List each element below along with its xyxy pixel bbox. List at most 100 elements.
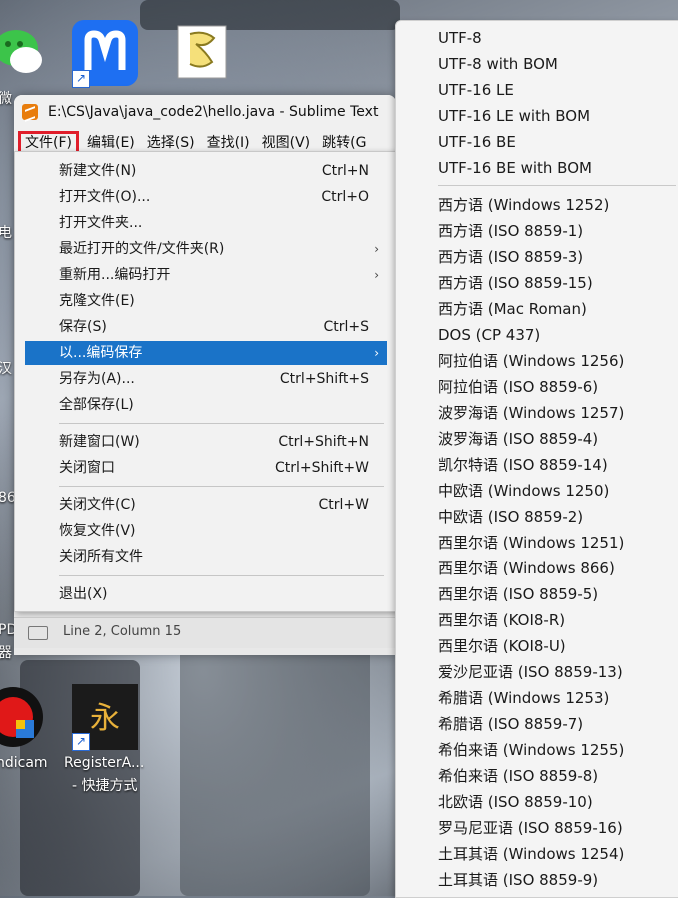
encoding-option[interactable]: 中欧语 (Windows 1250) [438,478,609,504]
menu-item-label: 打开文件(O)... [59,189,151,205]
encoding-utf16be[interactable]: UTF-16 BE [438,129,516,155]
encoding-option[interactable]: 西里尔语 (Windows 1251) [438,530,624,556]
menu-item-save[interactable]: 保存(S) Ctrl+S [25,315,387,339]
encoding-option[interactable]: 希腊语 (ISO 8859-7) [438,711,583,737]
file-menu-dropdown: 新建文件(N) Ctrl+N 打开文件(O)... Ctrl+O 打开文件夹... … [14,151,398,612]
encoding-option[interactable]: 阿拉伯语 (ISO 8859-6) [438,374,598,400]
desktop-label-register: RegisterA... [64,755,145,771]
desktop-label-edge-1: 电 [0,225,12,241]
menu-divider [438,185,676,186]
chevron-right-icon: › [374,268,379,282]
svg-text:永: 永 [90,701,120,736]
window-title: E:\CS\Java\java_code2\hello.java - Subli… [48,104,379,120]
chevron-right-icon: › [374,346,379,360]
desktop-label-register-sub: - 快捷方式 [72,778,138,794]
title-bar[interactable]: E:\CS\Java\java_code2\hello.java - Subli… [14,95,396,129]
encoding-option[interactable]: 波罗海语 (ISO 8859-4) [438,426,598,452]
menu-divider [59,575,384,576]
encoding-option[interactable]: 西方语 (Windows 1252) [438,192,609,218]
menu-item-label: 保存(S) [59,319,107,335]
shortcut-label: Ctrl+N [321,163,369,179]
encoding-option[interactable]: 希伯来语 (ISO 8859-8) [438,763,598,789]
menu-item-label: 新建文件(N) [59,163,137,179]
menu-item-open-file[interactable]: 打开文件(O)... Ctrl+O [25,185,387,209]
menu-item-label: 最近打开的文件/文件夹(R) [59,241,225,257]
menu-divider [59,423,384,424]
menu-item-close-file[interactable]: 关闭文件(C) Ctrl+W [25,493,387,517]
menu-item-label: 打开文件夹... [59,215,143,231]
encoding-option[interactable]: 土耳其语 (ISO 8859-9) [438,867,598,893]
bandicam-icon[interactable] [0,684,46,750]
menu-item-label: 重新用...编码打开 [59,267,171,283]
encoding-option[interactable]: 西方语 (ISO 8859-15) [438,270,593,296]
menu-item-clone-file[interactable]: 克隆文件(E) [25,289,387,313]
encoding-submenu: UTF-8 UTF-8 with BOM UTF-16 LE UTF-16 LE… [395,20,678,898]
encoding-option[interactable]: 西里尔语 (KOI8-R) [438,607,565,633]
menu-item-exit[interactable]: 退出(X) [25,582,387,606]
encoding-option[interactable]: 凯尔特语 (ISO 8859-14) [438,452,608,478]
encoding-option[interactable]: 西里尔语 (Windows 866) [438,555,615,581]
menu-item-save-with-encoding[interactable]: 以...编码保存 › [25,341,387,365]
desktop-label-bandicam: ndicam [0,755,48,771]
script-file-icon[interactable] [176,24,228,80]
encoding-utf16le[interactable]: UTF-16 LE [438,77,514,103]
encoding-utf8-bom[interactable]: UTF-8 with BOM [438,51,558,77]
encoding-utf16le-bom[interactable]: UTF-16 LE with BOM [438,103,590,129]
menu-item-open-folder[interactable]: 打开文件夹... [25,211,387,235]
menu-item-label: 退出(X) [59,586,108,602]
desktop-label-edge-5: 器 [0,645,12,661]
menu-item-label: 以...编码保存 [59,345,143,361]
shortcut-label: Ctrl+Shift+S [279,371,369,387]
chevron-right-icon: › [374,242,379,256]
encoding-option[interactable]: 北欧语 (ISO 8859-10) [438,789,593,815]
encoding-option[interactable]: 西里尔语 (KOI8-U) [438,633,566,659]
menu-item-label: 新建窗口(W) [59,434,140,450]
menu-item-reopen-encoding[interactable]: 重新用...编码打开 › [25,263,387,287]
menu-item-revert-file[interactable]: 恢复文件(V) [25,519,387,543]
shortcut-label: Ctrl+W [318,497,369,513]
status-bar: Line 2, Column 15 [14,617,396,648]
cursor-position: Line 2, Column 15 [63,624,182,639]
menu-item-label: 另存为(A)... [59,371,135,387]
encoding-option[interactable]: 希伯来语 (Windows 1255) [438,737,624,763]
wechat-icon[interactable] [0,22,46,78]
menu-item-close-all[interactable]: 关闭所有文件 [25,545,387,569]
desktop-label-edge-2: 汉 [0,361,12,377]
sublime-app-icon [22,104,38,120]
shortcut-arrow-icon: ↗ [72,733,90,751]
menu-item-label: 关闭文件(C) [59,497,136,513]
shortcut-arrow-icon: ↗ [72,70,90,88]
encoding-option[interactable]: 阿拉伯语 (Windows 1256) [438,348,624,374]
menu-item-close-window[interactable]: 关闭窗口 Ctrl+Shift+W [25,456,387,480]
menu-item-save-all[interactable]: 全部保存(L) [25,393,387,417]
encoding-utf16be-bom[interactable]: UTF-16 BE with BOM [438,155,592,181]
encoding-option[interactable]: 希腊语 (Windows 1253) [438,685,609,711]
desktop-label-wechat: 微 [0,91,12,107]
menu-item-label: 关闭所有文件 [59,549,143,565]
encoding-option[interactable]: 波罗海语 (Windows 1257) [438,400,624,426]
encoding-option[interactable]: 土耳其语 (Windows 1254) [438,841,624,867]
encoding-option[interactable]: 西方语 (Mac Roman) [438,296,587,322]
encoding-option[interactable]: 中欧语 (ISO 8859-2) [438,504,583,530]
menu-item-save-as[interactable]: 另存为(A)... Ctrl+Shift+S [25,367,387,391]
menu-item-label: 关闭窗口 [59,460,115,476]
menu-item-label: 全部保存(L) [59,397,134,413]
panel-toggle-icon[interactable] [28,626,48,640]
encoding-option[interactable]: DOS (CP 437) [438,322,540,348]
menu-item-label: 恢复文件(V) [59,523,136,539]
encoding-option[interactable]: 罗马尼亚语 (ISO 8859-16) [438,815,623,841]
menu-item-new-file[interactable]: 新建文件(N) Ctrl+N [25,159,387,183]
encoding-utf8[interactable]: UTF-8 [438,25,482,51]
menu-divider [59,486,384,487]
encoding-option[interactable]: 西方语 (ISO 8859-3) [438,244,583,270]
menu-item-recent[interactable]: 最近打开的文件/文件夹(R) › [25,237,387,261]
menu-item-new-window[interactable]: 新建窗口(W) Ctrl+Shift+N [25,430,387,454]
menu-item-label: 克隆文件(E) [59,293,135,309]
encoding-option[interactable]: 西里尔语 (ISO 8859-5) [438,581,598,607]
shortcut-label: Ctrl+Shift+W [274,460,369,476]
encoding-option[interactable]: 西方语 (ISO 8859-1) [438,218,583,244]
shortcut-label: Ctrl+O [321,189,369,205]
encoding-option[interactable]: 爱沙尼亚语 (ISO 8859-13) [438,659,623,685]
shortcut-label: Ctrl+S [323,319,369,335]
shortcut-label: Ctrl+Shift+N [278,434,369,450]
